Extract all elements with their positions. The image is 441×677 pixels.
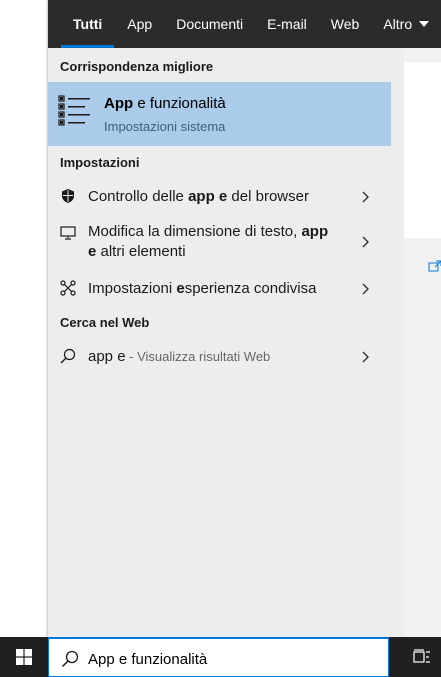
- label-pre: Impostazioni: [88, 280, 177, 297]
- desktop-background: [0, 0, 48, 637]
- taskbar-search-box[interactable]: App e funzionalità: [48, 637, 389, 677]
- tab-documenti[interactable]: Documenti: [164, 0, 255, 48]
- tab-email[interactable]: E-mail: [255, 0, 319, 48]
- settings-header: Impostazioni: [60, 155, 140, 170]
- chevron-right-icon: [362, 236, 369, 248]
- tab-tutti[interactable]: Tutti: [48, 0, 115, 48]
- web-query: app e: [88, 348, 126, 365]
- best-match-header: Corrispondenza migliore: [60, 59, 214, 74]
- search-icon: [61, 650, 79, 668]
- best-match-title: App e funzionalità: [104, 95, 226, 112]
- label-bold: app: [301, 223, 329, 240]
- label-bold: app e: [188, 188, 228, 205]
- tab-label: E-mail: [267, 16, 307, 32]
- chevron-right-icon: [362, 283, 369, 295]
- best-match-result[interactable]: App e funzionalità Impostazioni sistema: [48, 82, 391, 146]
- start-button[interactable]: [0, 637, 48, 677]
- label-post: del browser: [227, 188, 309, 205]
- label-bold: e: [176, 280, 185, 297]
- tab-label: Tutti: [73, 16, 103, 32]
- label-pre: Modifica la dimensione di testo,: [88, 223, 302, 240]
- tab-label: Documenti: [176, 16, 244, 32]
- label-post: altri elementi: [96, 243, 186, 260]
- settings-item-label: Controllo delle app e del browser: [88, 187, 309, 207]
- apps-features-list-icon: [58, 95, 90, 126]
- tab-label: App: [127, 16, 153, 32]
- title-mid: e: [133, 95, 150, 112]
- open-icon[interactable]: [428, 260, 441, 275]
- web-suffix: - Visualizza risultati Web: [125, 349, 271, 364]
- monitor-icon: [60, 226, 76, 240]
- tab-altro[interactable]: Altro: [371, 0, 441, 48]
- search-input[interactable]: App e funzionalità: [88, 651, 207, 668]
- search-icon: [60, 348, 76, 364]
- settings-item-shared-experiences[interactable]: Impostazioni esperienza condivisa: [48, 272, 391, 306]
- tab-app[interactable]: App: [115, 0, 164, 48]
- settings-item-label: Impostazioni esperienza condivisa: [88, 279, 316, 299]
- web-search-header: Cerca nel Web: [60, 315, 150, 330]
- taskbar: App e funzionalità: [0, 637, 441, 677]
- tab-label: Web: [330, 16, 360, 32]
- label-post: sperienza condivisa: [184, 280, 317, 297]
- settings-item-app-browser-control[interactable]: Controllo delle app e del browser: [48, 180, 391, 214]
- settings-item-text-size[interactable]: Modifica la dimensione di testo, app e al…: [48, 216, 391, 266]
- web-search-label: app e - Visualizza risultati Web: [88, 347, 270, 367]
- title-bold: App: [104, 95, 134, 112]
- shared-experiences-icon: [60, 280, 76, 296]
- settings-item-label: Modifica la dimensione di testo, app e al…: [88, 222, 348, 262]
- preview-card: [404, 62, 441, 238]
- web-search-result[interactable]: app e - Visualizza risultati Web: [48, 340, 391, 374]
- task-view-icon: [413, 649, 430, 663]
- windows-logo-icon: [16, 649, 32, 665]
- title-rest: funzionalità: [149, 95, 226, 112]
- search-results-panel: Tutti App Documenti E-mail Web Altro Cor…: [48, 0, 441, 637]
- preview-pane: [403, 48, 441, 637]
- tab-web[interactable]: Web: [319, 0, 372, 48]
- task-view-button[interactable]: [403, 637, 441, 677]
- chevron-down-icon: [419, 21, 430, 27]
- chevron-right-icon: [362, 191, 369, 203]
- chevron-right-icon: [362, 351, 369, 363]
- shield-icon: [62, 189, 74, 203]
- tab-label: Altro: [383, 16, 413, 32]
- search-filter-tabs: Tutti App Documenti E-mail Web Altro: [48, 0, 441, 48]
- label-pre: Controllo delle: [88, 188, 189, 205]
- best-match-subtitle: Impostazioni sistema: [104, 119, 226, 134]
